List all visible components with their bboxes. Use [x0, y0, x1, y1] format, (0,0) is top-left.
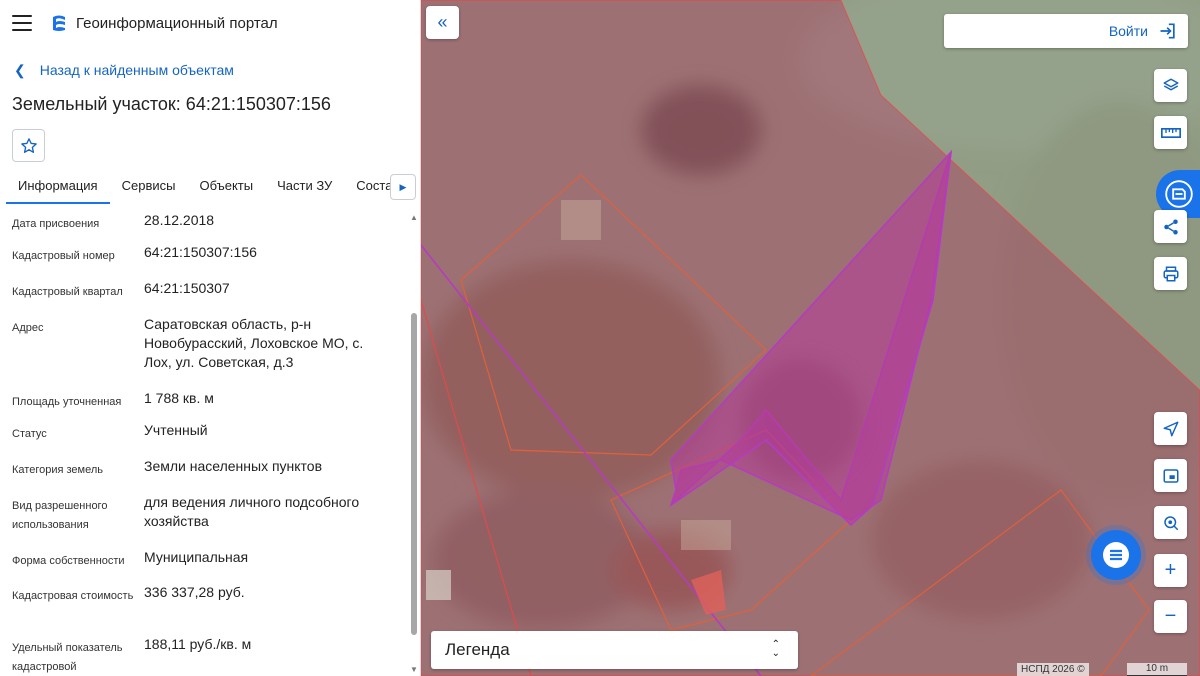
info-label: Статус — [12, 428, 47, 440]
geo-search-button[interactable] — [1154, 506, 1187, 539]
info-value: для ведения личного подсобного хозяйства — [144, 494, 360, 529]
back-to-results-link[interactable]: ❮ Назад к найденным объектам — [14, 58, 420, 82]
map-attribution[interactable]: НСПД 2026 © — [1017, 663, 1089, 676]
info-tabs: Информация Сервисы Объекты Части ЗУ Сост… — [0, 174, 420, 204]
info-value: 28.12.2018 — [144, 212, 215, 228]
top-bar: Геоинформационный портал — [0, 0, 420, 46]
info-value: Саратовская область, р-н Новобурасский, … — [144, 316, 364, 370]
info-value: Земли населенных пунктов — [144, 458, 323, 474]
login-icon — [1160, 23, 1175, 39]
legend-button[interactable]: Легенда ⌃ ⌄ — [431, 631, 798, 669]
scroll-up-icon[interactable]: ▲ — [410, 213, 418, 222]
plus-icon: + — [1164, 559, 1177, 581]
menu-icon[interactable] — [12, 15, 32, 31]
info-label: Кадастровый номер — [12, 250, 115, 262]
info-value: 1 788 кв. м — [144, 390, 214, 406]
info-label: Дата присвоения — [12, 218, 100, 230]
tab-services[interactable]: Сервисы — [110, 174, 188, 204]
info-value: 188,11 руб./кв. м — [144, 636, 252, 652]
info-value: Учтенный — [144, 422, 208, 438]
measure-button[interactable] — [1154, 116, 1187, 149]
minimap-icon — [1163, 468, 1178, 483]
info-value: 336 337,28 руб. — [144, 584, 245, 600]
app-title: Геоинформационный портал — [76, 14, 278, 32]
star-icon — [20, 137, 37, 153]
map-book-icon — [1165, 180, 1193, 208]
satellite-map[interactable] — [421, 0, 1200, 676]
chevron-left-icon: ❮ — [14, 61, 26, 78]
layers-button[interactable] — [1154, 69, 1187, 102]
favorite-button[interactable] — [12, 129, 45, 162]
tab-parts[interactable]: Части ЗУ — [265, 174, 344, 204]
app-root: Геоинформационный портал ❮ Назад к найде… — [0, 0, 1200, 676]
back-link-label: Назад к найденным объектам — [39, 62, 234, 78]
info-list: Дата присвоения 28.12.2018 Кадастровый н… — [0, 211, 408, 676]
print-icon — [1163, 266, 1178, 281]
navigation-arrow-icon — [1163, 421, 1178, 436]
scroll-down-icon[interactable]: ▼ — [410, 665, 418, 674]
minimap-button[interactable] — [1154, 459, 1187, 492]
info-label: Адрес — [12, 322, 44, 334]
page-title: Земельный участок: 64:21:150307:156 — [12, 94, 331, 114]
share-button[interactable] — [1154, 210, 1187, 243]
login-label: Войти — [1108, 23, 1148, 39]
ruler-icon — [1160, 127, 1181, 138]
zoom-in-button[interactable]: + — [1154, 554, 1187, 587]
info-label: Форма собственности — [12, 555, 125, 567]
info-label: Кадастровый квартал — [12, 286, 123, 298]
minus-icon: − — [1164, 605, 1177, 627]
scale-bar: 10 m — [1127, 663, 1187, 676]
share-icon — [1163, 219, 1178, 234]
double-chevron-left-icon: « — [437, 12, 448, 32]
expand-collapse-icon: ⌃ ⌄ — [771, 639, 780, 659]
layers-icon — [1163, 78, 1178, 90]
info-label: Вид разрешенного использования — [12, 500, 108, 531]
tab-info[interactable]: Информация — [6, 174, 110, 204]
info-scrollbar[interactable]: ▲ ▼ — [408, 211, 420, 676]
info-label: Удельный показатель кадастровой — [12, 642, 123, 673]
login-button[interactable]: Войти — [944, 14, 1188, 48]
scrollbar-thumb[interactable] — [411, 313, 417, 635]
info-label: Кадастровая стоимость — [12, 590, 134, 602]
print-button[interactable] — [1154, 257, 1187, 290]
info-value: Муниципальная — [144, 549, 249, 565]
chat-icon — [1103, 542, 1129, 568]
legend-label: Легенда — [445, 640, 510, 659]
info-value: 64:21:150307 — [144, 280, 230, 296]
tab-objects[interactable]: Объекты — [187, 174, 265, 204]
collapse-panel-button[interactable]: « — [426, 6, 459, 39]
tabs-scroll-right-button[interactable]: ▶ — [390, 174, 416, 200]
zoom-out-button[interactable]: − — [1154, 600, 1187, 633]
geo-pin-icon — [1163, 515, 1178, 530]
info-value: 64:21:150307:156 — [144, 244, 257, 260]
map-view[interactable]: « Войти + − Легенда ⌃ ⌄ НСПД 2026 © 10 m — [421, 0, 1200, 676]
caret-right-icon: ▶ — [399, 181, 407, 192]
portal-logo-icon — [53, 15, 65, 31]
info-label: Категория земель — [12, 464, 103, 476]
locate-button[interactable] — [1154, 412, 1187, 445]
chat-button[interactable] — [1091, 530, 1141, 580]
info-label: Площадь уточненная — [12, 396, 122, 408]
object-panel: Геоинформационный портал ❮ Назад к найде… — [0, 0, 421, 676]
